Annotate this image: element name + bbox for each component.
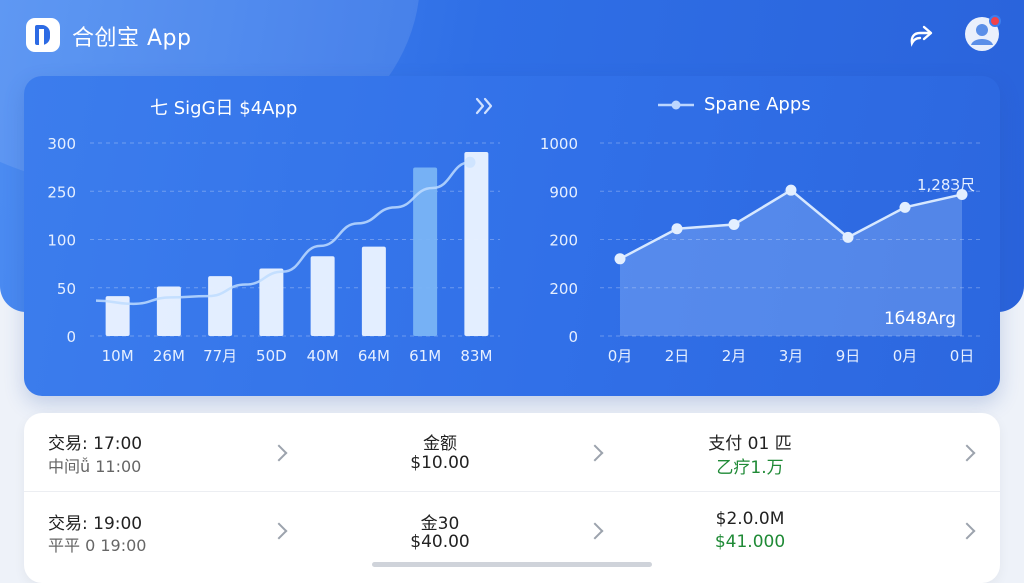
trend-point: [464, 156, 476, 168]
amount-label: 金额: [423, 434, 457, 454]
y-tick-label: 200: [549, 280, 578, 298]
y-tick-label: 0: [66, 328, 76, 346]
transaction-row[interactable]: 交易: 17:00 中间ǚ 11:00 金额 $10.00 支付 01 匹 乙疗…: [24, 423, 1000, 501]
annotation-label: 1,28З尺: [917, 176, 975, 194]
y-tick-label: 1000: [540, 135, 578, 153]
top-bar: 合创宝 App: [0, 0, 1024, 70]
transaction-subtime: 平平 0 19:00: [48, 536, 147, 555]
chevron-right-icon[interactable]: [958, 522, 976, 540]
notification-badge: [989, 15, 1001, 27]
y-tick-label: 0: [568, 328, 578, 346]
y-tick-label: 100: [47, 232, 76, 250]
amount-value: $40.00: [410, 532, 470, 552]
home-indicator[interactable]: [372, 562, 652, 567]
bar-chart: 0 50 100 250 300 10M 26M 77月 50D 40M 64M 61M 83M: [47, 135, 500, 365]
x-tick-label: 50D: [256, 347, 287, 365]
chevron-right-icon[interactable]: [270, 522, 288, 540]
y-tick-label: 900: [549, 183, 578, 201]
pay-label: 支付 01 匹: [708, 434, 792, 454]
x-tick-label: 26M: [153, 347, 185, 365]
x-tick-label: 0月: [893, 347, 918, 365]
bar: [464, 152, 489, 336]
app-title: 合创宝 App: [72, 26, 192, 51]
chevron-right-icon[interactable]: [270, 444, 288, 462]
x-tick-label: 64M: [358, 347, 390, 365]
annotation-label: 1б48Arg: [884, 309, 956, 329]
y-tick-label: 50: [57, 280, 76, 298]
x-tick-label: 10M: [102, 347, 134, 365]
transaction-time: 交易: 19:00: [48, 514, 143, 534]
transaction-subtime: 中间ǚ 11:00: [48, 457, 142, 476]
bar: [413, 167, 438, 336]
row-divider: [24, 491, 1000, 492]
data-point: [785, 184, 797, 196]
chevron-right-icon[interactable]: [586, 522, 604, 540]
bar: [310, 256, 335, 336]
x-tick-label: 40M: [307, 347, 339, 365]
area-chart: 0 200 200 900 1000 0月 2日 2月 3月 9日 0月 0日 1,28З尺 1б48Ar…: [540, 135, 982, 365]
chevron-right-icon[interactable]: [586, 444, 604, 462]
x-tick-label: 2日: [665, 347, 690, 365]
bar: [156, 286, 181, 336]
pay-value: 乙疗1.万: [716, 458, 784, 478]
bar: [361, 246, 386, 336]
amount-label: 金30: [420, 514, 460, 534]
bar: [208, 276, 233, 336]
double-chevron-right-icon[interactable]: [474, 96, 496, 116]
transaction-list: 交易: 17:00 中间ǚ 11:00 金额 $10.00 支付 01 匹 乙疗…: [24, 413, 1000, 583]
pay-value: $41.000: [714, 532, 786, 552]
x-tick-label: 2月: [722, 347, 747, 365]
share-icon[interactable]: [906, 20, 936, 50]
data-point: [671, 223, 683, 235]
left-chart-title: 七 SigG日 $4App: [150, 98, 298, 119]
chevron-right-icon[interactable]: [958, 444, 976, 462]
pay-label: $2.0.0M: [715, 509, 785, 529]
data-point: [614, 253, 626, 265]
x-tick-label: 0月: [608, 347, 633, 365]
data-point: [899, 201, 911, 213]
right-chart-title: Spane Apps: [704, 94, 811, 115]
transaction-row[interactable]: 交易: 19:00 平平 0 19:00 金30 $40.00 $2.0.0M …: [24, 501, 1000, 579]
x-tick-label: 83M: [460, 347, 492, 365]
y-tick-label: 250: [47, 183, 76, 201]
app-logo-icon[interactable]: [26, 18, 60, 52]
x-tick-label: 9日: [836, 347, 861, 365]
y-tick-label: 200: [549, 232, 578, 250]
x-tick-label: 61M: [409, 347, 441, 365]
line-legend-icon: [658, 100, 694, 110]
x-tick-label: 0日: [950, 347, 975, 365]
data-point: [728, 218, 740, 230]
x-tick-label: 3月: [779, 347, 804, 365]
amount-value: $10.00: [410, 453, 470, 473]
data-point: [842, 231, 854, 243]
x-tick-label: 77月: [203, 347, 237, 365]
y-tick-label: 300: [47, 135, 76, 153]
transaction-time: 交易: 17:00: [48, 434, 143, 454]
